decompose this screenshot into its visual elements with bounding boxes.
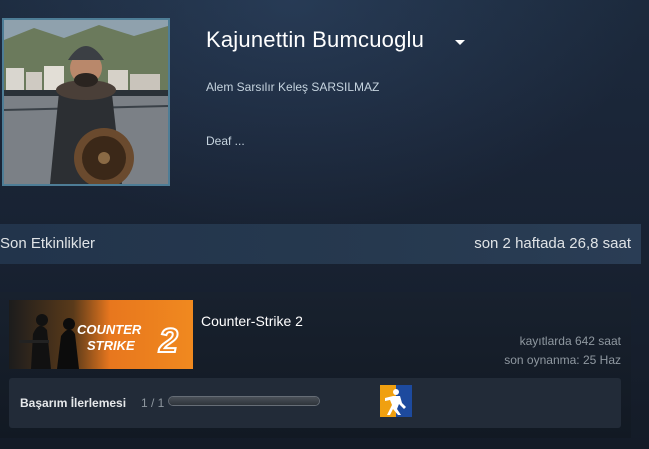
achievement-progress-fill <box>169 397 319 405</box>
real-name: Alem Sarsılır Keleş SARSILMAZ <box>206 80 380 94</box>
achievement-progress-row: Başarım İlerlemesi 1 / 1 <box>9 378 621 428</box>
capsule-number: 2 <box>158 322 178 360</box>
last-played: son oynanma: 25 Haz <box>504 353 621 367</box>
recent-activity-total: son 2 haftada 26,8 saat <box>474 235 631 252</box>
game-name[interactable]: Counter-Strike 2 <box>201 313 303 329</box>
achievement-icon[interactable] <box>380 385 412 417</box>
caret-down-icon[interactable] <box>455 40 465 45</box>
game-card: COUNTER STRIKE 2 Counter-Strike 2 kayıtl… <box>0 292 631 438</box>
achievement-label[interactable]: Başarım İlerlemesi <box>20 396 126 410</box>
hours-on-record: kayıtlarda 642 saat <box>519 334 621 348</box>
profile-avatar[interactable] <box>2 18 170 186</box>
persona-name[interactable]: Kajunettin Bumcuoglu <box>206 27 424 53</box>
achievement-progress-bar <box>168 396 320 406</box>
recent-activity-title[interactable]: Son Etkinlikler <box>0 235 95 252</box>
capsule-text-line1: COUNTER <box>77 322 142 337</box>
game-capsule[interactable]: COUNTER STRIKE 2 <box>9 300 193 369</box>
profile-summary: Deaf ... <box>206 134 245 148</box>
achievement-count: 1 / 1 <box>141 396 165 410</box>
capsule-text-line2: STRIKE <box>87 338 135 353</box>
